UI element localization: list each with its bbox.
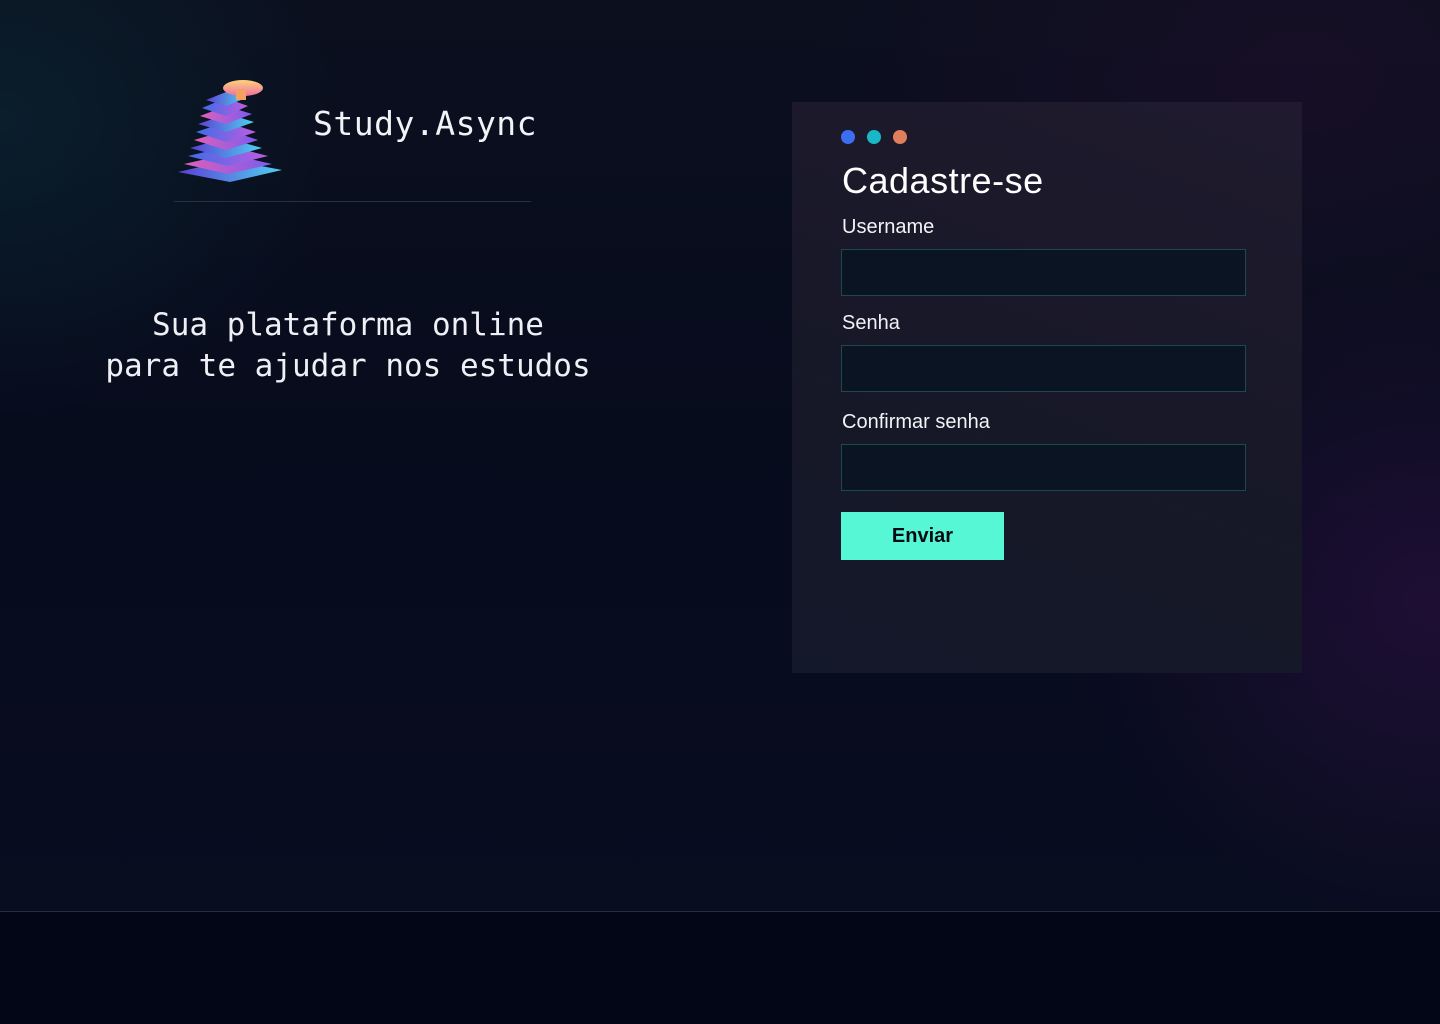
password-input[interactable] (841, 345, 1246, 392)
username-label: Username (842, 216, 935, 238)
window-dots (841, 130, 914, 144)
tagline-line-1: Sua plataforma online (152, 307, 544, 343)
submit-button[interactable]: Enviar (841, 512, 1004, 560)
brand-name: Study.Async (313, 104, 538, 143)
signup-card: Cadastre-se Username Senha Confirmar sen… (792, 102, 1302, 673)
page-background: Study.Async Sua plataforma online para t… (0, 0, 1440, 912)
username-input[interactable] (841, 249, 1246, 296)
signup-title: Cadastre-se (842, 160, 1044, 201)
window-dot-orange (893, 130, 908, 144)
confirm-password-label: Confirmar senha (842, 411, 990, 433)
footer-bar (0, 913, 1440, 1024)
brand-header: Study.Async (174, 76, 537, 202)
window-dot-blue (841, 130, 855, 144)
tagline: Sua plataforma online para te ajudar nos… (100, 305, 596, 387)
password-label: Senha (842, 312, 900, 334)
window-dot-teal (867, 130, 882, 144)
confirm-password-input[interactable] (841, 444, 1246, 491)
tagline-line-2: para te ajudar nos estudos (105, 348, 591, 384)
book-stack-icon (178, 80, 282, 182)
